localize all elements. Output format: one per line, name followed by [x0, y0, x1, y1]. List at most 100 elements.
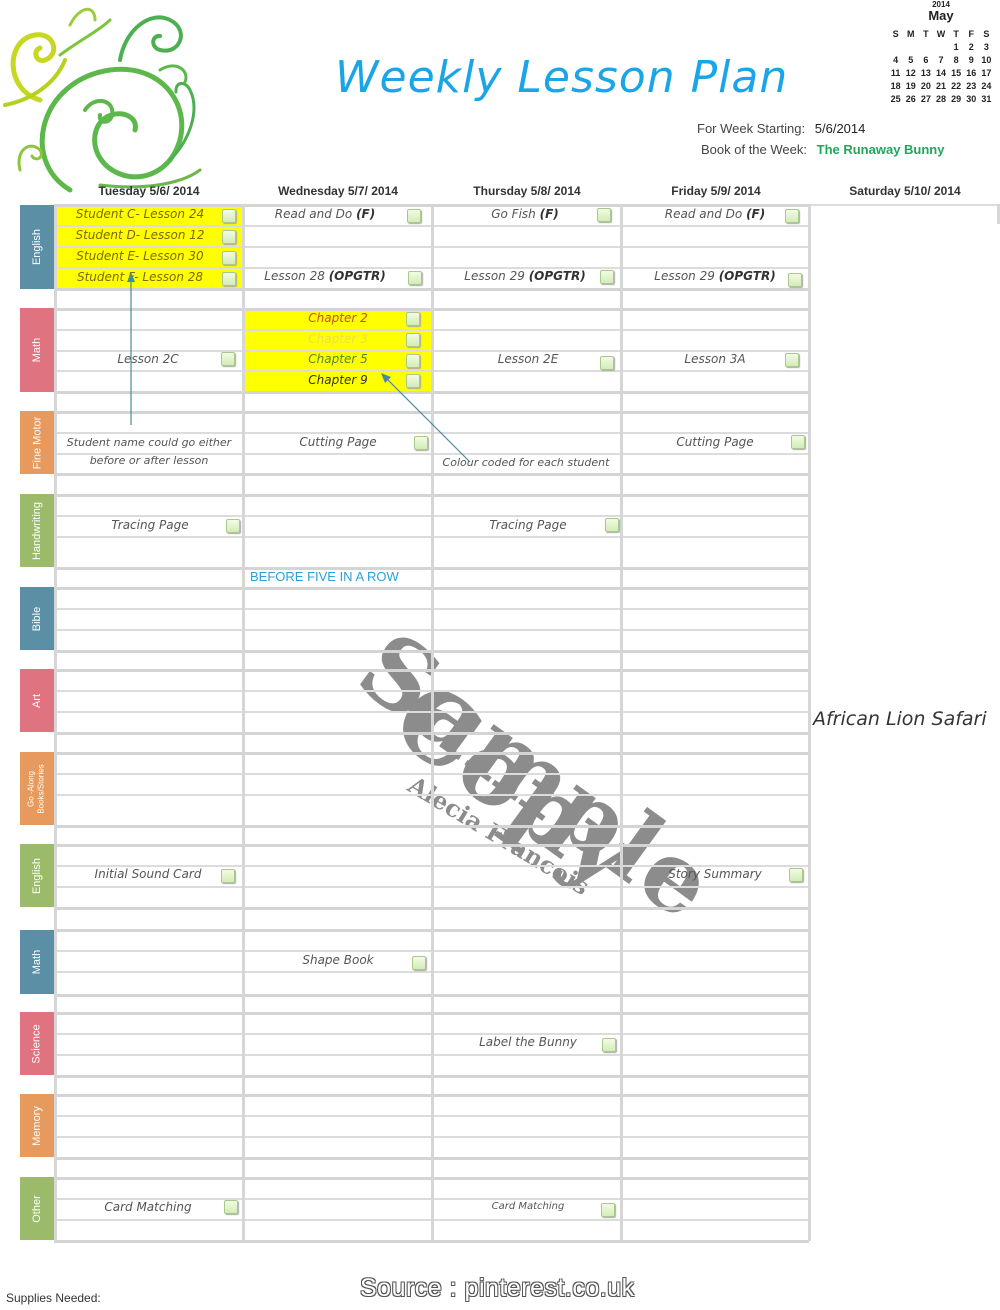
- task-checkbox[interactable]: [226, 519, 240, 533]
- task-checkbox[interactable]: [222, 272, 236, 286]
- task-text: Cutting Page: [250, 435, 426, 449]
- task-label: Student E- Lesson 30: [76, 249, 204, 263]
- task-checkbox[interactable]: [788, 273, 802, 287]
- task-label: Story Summary: [668, 867, 762, 881]
- task-checkbox[interactable]: [221, 869, 235, 883]
- note-colour-coded: Colour coded for each student: [442, 456, 610, 469]
- subject-tab-math: Math: [20, 308, 54, 392]
- task-checkbox[interactable]: [407, 209, 421, 223]
- task-checkbox[interactable]: [597, 208, 611, 222]
- task-tag: (F): [539, 207, 559, 221]
- task-text: Student F- Lesson 28: [60, 270, 220, 284]
- task-checkbox[interactable]: [224, 1200, 238, 1214]
- task-text: Shape Book: [250, 953, 426, 967]
- task-checkbox[interactable]: [414, 436, 428, 450]
- task-label: Read and Do: [664, 207, 747, 221]
- task-checkbox[interactable]: [412, 956, 426, 970]
- task-checkbox[interactable]: [602, 1038, 616, 1052]
- task-label: Lesson 2C: [117, 352, 179, 366]
- subject-tab-english: English: [20, 205, 54, 289]
- task-checkbox[interactable]: [791, 435, 805, 449]
- subject-label: Science: [31, 1023, 44, 1064]
- task-label: Lesson 2E: [497, 352, 559, 366]
- task-text: Card Matching: [60, 1200, 236, 1214]
- task-text: Cutting Page: [630, 435, 800, 449]
- task-checkbox[interactable]: [222, 209, 236, 223]
- subject-label: Bible: [31, 606, 43, 631]
- task-text: Student D- Lesson 12: [60, 228, 220, 242]
- subject-label: Other: [30, 1194, 43, 1223]
- task-text: Read and Do (F): [630, 207, 800, 221]
- task-text: Student C- Lesson 24: [60, 207, 220, 221]
- task-label: Lesson 3A: [684, 352, 746, 366]
- task-text: Lesson 29 (OPGTR): [630, 269, 800, 283]
- task-tag: (F): [356, 207, 376, 221]
- task-label: Chapter 3: [308, 332, 368, 346]
- task-label: Chapter 5: [308, 352, 368, 366]
- task-text: Go Fish (F): [440, 207, 610, 221]
- task-label: Read and Do: [274, 207, 357, 221]
- lesson-grid: [0, 0, 1000, 1310]
- subject-label: Math: [31, 337, 43, 363]
- subject-tab-go-along-books: Go -Along Books/Stories: [20, 752, 54, 825]
- subject-label: English: [31, 857, 44, 894]
- saturday-event: African Lion Safari: [813, 708, 987, 730]
- task-checkbox[interactable]: [789, 868, 803, 882]
- task-text: Tracing Page: [60, 518, 240, 532]
- task-text: Chapter 3: [250, 332, 426, 346]
- subject-tab-handwriting: Handwriting: [20, 494, 54, 567]
- subject-label: Go -Along Books/Stories: [27, 763, 47, 814]
- task-text: Student E- Lesson 30: [60, 249, 220, 263]
- task-text: Lesson 28 (OPGTR): [250, 269, 400, 283]
- task-text: Label the Bunny: [440, 1035, 616, 1049]
- task-label: Lesson 29: [464, 269, 529, 283]
- note-student-name-line2: before or after lesson: [89, 454, 209, 467]
- task-text: Chapter 5: [250, 352, 426, 366]
- task-text: Lesson 29 (OPGTR): [440, 269, 610, 283]
- subject-label: Fine Motor: [31, 416, 44, 469]
- task-label: Card Matching: [491, 1201, 565, 1212]
- task-text: Story Summary: [630, 867, 800, 881]
- task-label: Lesson 29: [654, 269, 719, 283]
- task-label: Card Matching: [104, 1200, 192, 1214]
- task-label: Chapter 2: [308, 311, 368, 325]
- subject-tab-art: Art: [20, 669, 54, 732]
- task-label: Chapter 9: [308, 373, 368, 387]
- task-label: Student F- Lesson 28: [76, 270, 204, 284]
- subject-label: English: [31, 228, 44, 266]
- task-label: Lesson 28: [264, 269, 329, 283]
- task-checkbox[interactable]: [406, 333, 420, 347]
- subject-tab-other: Other: [20, 1177, 54, 1240]
- subject-label: Math: [31, 949, 43, 975]
- subject-label: Art: [31, 693, 43, 708]
- task-label: Student D- Lesson 12: [75, 228, 205, 242]
- task-tag: (OPGTR): [328, 269, 386, 283]
- subject-tab-math-2: Math: [20, 930, 54, 994]
- task-text: Chapter 9: [250, 373, 426, 387]
- task-checkbox[interactable]: [408, 271, 422, 285]
- task-text: Read and Do (F): [250, 207, 400, 221]
- task-text: Lesson 2C: [60, 352, 236, 366]
- task-checkbox[interactable]: [222, 251, 236, 265]
- task-checkbox[interactable]: [601, 1203, 615, 1217]
- task-checkbox[interactable]: [785, 353, 799, 367]
- task-tag: (OPGTR): [528, 269, 586, 283]
- task-checkbox[interactable]: [221, 352, 235, 366]
- task-checkbox[interactable]: [406, 354, 420, 368]
- task-text: Chapter 2: [250, 311, 426, 325]
- task-label: Student C- Lesson 24: [75, 207, 205, 221]
- task-checkbox[interactable]: [600, 270, 614, 284]
- task-checkbox[interactable]: [406, 312, 420, 326]
- subject-tab-fine-motor: Fine Motor: [20, 411, 54, 474]
- subject-tab-english-2: English: [20, 844, 54, 907]
- task-label: Cutting Page: [676, 435, 754, 449]
- task-text: Card Matching: [440, 1201, 616, 1212]
- task-checkbox[interactable]: [600, 356, 614, 370]
- subject-tab-science: Science: [20, 1012, 54, 1075]
- task-checkbox[interactable]: [605, 518, 619, 532]
- task-tag: (OPGTR): [718, 269, 776, 283]
- task-checkbox[interactable]: [785, 209, 799, 223]
- subject-label: Handwriting: [31, 501, 43, 560]
- task-checkbox[interactable]: [222, 230, 236, 244]
- task-checkbox[interactable]: [406, 374, 420, 388]
